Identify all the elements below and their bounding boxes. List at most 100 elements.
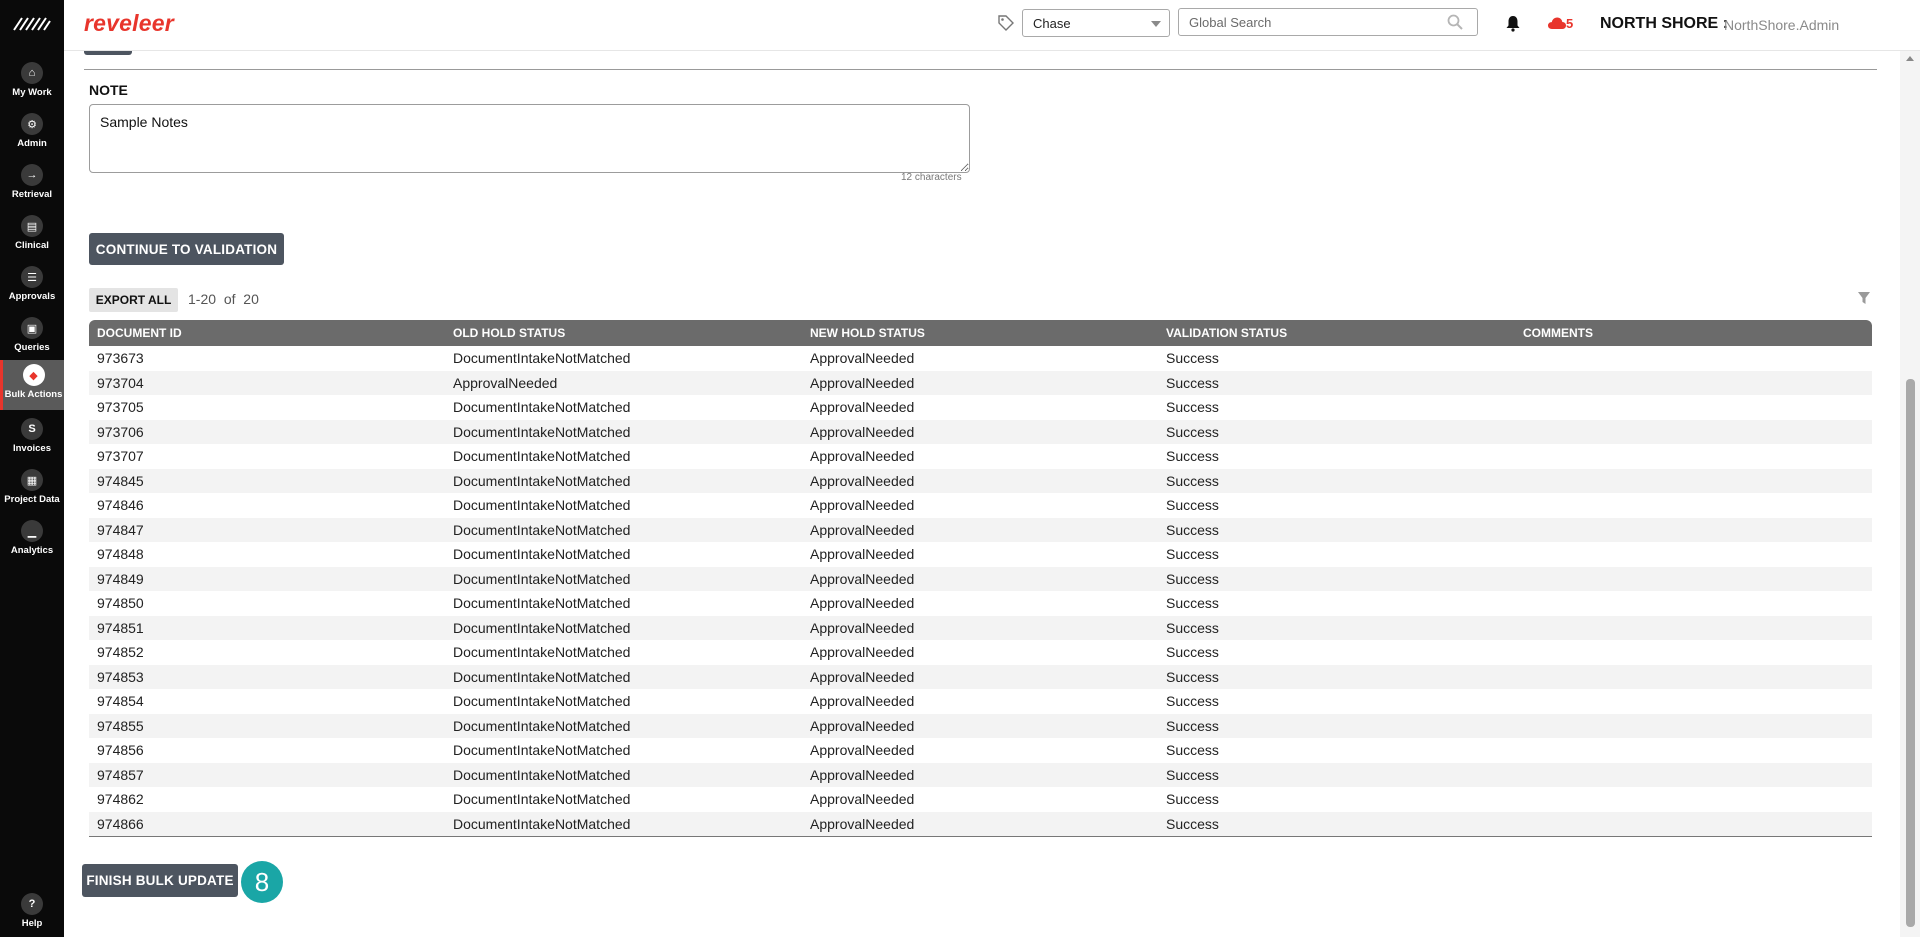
sidebar-item-invoices[interactable]: S Invoices <box>0 414 64 464</box>
user-name[interactable]: NorthShore.Admin <box>1724 17 1839 33</box>
column-header-validation-status[interactable]: VALIDATION STATUS <box>1158 326 1515 340</box>
cell-document-id: 974866 <box>97 815 144 832</box>
scrollbar-thumb[interactable] <box>1906 379 1915 927</box>
scroll-up-icon[interactable] <box>1906 56 1914 61</box>
sidebar-item-label: Approvals <box>8 291 56 302</box>
cloud-alert-icon[interactable] <box>1547 16 1567 30</box>
cell-document-id: 973704 <box>97 374 144 391</box>
cell-document-id: 974845 <box>97 472 144 489</box>
table-row[interactable]: 974852 DocumentIntakeNotMatched ApprovalNe… <box>89 640 1872 665</box>
search-icon[interactable] <box>1447 14 1463 30</box>
cell-old-hold-status: DocumentIntakeNotMatched <box>453 472 631 489</box>
filter-icon[interactable] <box>1857 291 1871 305</box>
table-row[interactable]: 974857 DocumentIntakeNotMatched ApprovalNe… <box>89 762 1872 787</box>
sidebar-item-help[interactable]: ? Help <box>0 889 64 939</box>
cell-new-hold-status: ApprovalNeeded <box>810 815 915 832</box>
cell-document-id: 973705 <box>97 399 144 416</box>
sidebar-item-label: My Work <box>12 87 52 98</box>
sidebar-item-approvals[interactable]: ☰ Approvals <box>0 262 64 312</box>
cell-new-hold-status: ApprovalNeeded <box>810 644 915 661</box>
table-row[interactable]: 973704 ApprovalNeeded ApprovalNeeded Succes… <box>89 370 1872 395</box>
sidebar-item-label: Invoices <box>12 443 52 454</box>
table-row[interactable]: 974855 DocumentIntakeNotMatched ApprovalNe… <box>89 713 1872 738</box>
sidebar-item-label: Analytics <box>10 545 54 556</box>
table-row[interactable]: 973705 DocumentIntakeNotMatched ApprovalNe… <box>89 395 1872 420</box>
page-scrollbar[interactable] <box>1900 51 1920 937</box>
column-header-comments[interactable]: COMMENTS <box>1515 326 1872 340</box>
table-body: 973673 DocumentIntakeNotMatched ApprovalNe… <box>89 346 1872 836</box>
cell-old-hold-status: DocumentIntakeNotMatched <box>453 742 631 759</box>
cell-document-id: 974856 <box>97 742 144 759</box>
collapsed-section-tab[interactable] <box>84 51 132 55</box>
sidebar-item-label: Retrieval <box>11 189 53 200</box>
cell-document-id: 974853 <box>97 668 144 685</box>
organization-label: NORTH SHORE <box>1600 15 1719 32</box>
cell-new-hold-status: ApprovalNeeded <box>810 742 915 759</box>
clipboard-icon: ▤ <box>21 215 43 237</box>
sidebar-item-admin[interactable]: ⚙ Admin <box>0 109 64 159</box>
table-row[interactable]: 974851 DocumentIntakeNotMatched ApprovalNe… <box>89 615 1872 640</box>
tag-icon[interactable] <box>997 14 1015 32</box>
table-row[interactable]: 974856 DocumentIntakeNotMatched ApprovalNe… <box>89 738 1872 763</box>
sidebar-item-clinical[interactable]: ▤ Clinical <box>0 211 64 261</box>
cell-new-hold-status: ApprovalNeeded <box>810 546 915 563</box>
project-select[interactable]: Chase <box>1022 9 1170 37</box>
cell-document-id: 974862 <box>97 791 144 808</box>
table-row[interactable]: 974866 DocumentIntakeNotMatched ApprovalNe… <box>89 811 1872 836</box>
sidebar-item-queries[interactable]: ▣ Queries <box>0 313 64 363</box>
sidebar-item-my-work[interactable]: ⌂ My Work <box>0 58 64 108</box>
sidebar-item-retrieval[interactable]: → Retrieval <box>0 160 64 210</box>
cell-old-hold-status: ApprovalNeeded <box>453 374 558 391</box>
grid-icon: ▦ <box>21 469 43 491</box>
table-row[interactable]: 974862 DocumentIntakeNotMatched ApprovalNe… <box>89 787 1872 812</box>
bulk-update-panel: NOTE 12 characters CONTINUE TO VALIDATIO… <box>64 51 1900 937</box>
cell-new-hold-status: ApprovalNeeded <box>810 693 915 710</box>
table-row[interactable]: 974845 DocumentIntakeNotMatched ApprovalNe… <box>89 468 1872 493</box>
continue-to-validation-button[interactable]: CONTINUE TO VALIDATION <box>89 233 284 265</box>
brand-wordmark[interactable]: reveleer <box>84 10 174 37</box>
cell-document-id: 974847 <box>97 521 144 538</box>
cell-validation-status: Success <box>1166 350 1219 367</box>
note-label: NOTE <box>89 82 128 98</box>
cell-old-hold-status: DocumentIntakeNotMatched <box>453 668 631 685</box>
cell-old-hold-status: DocumentIntakeNotMatched <box>453 399 631 416</box>
sidebar-item-project-data[interactable]: ▦ Project Data <box>0 465 64 515</box>
table-row[interactable]: 973706 DocumentIntakeNotMatched ApprovalNe… <box>89 419 1872 444</box>
table-row[interactable]: 974849 DocumentIntakeNotMatched ApprovalNe… <box>89 566 1872 591</box>
table-row[interactable]: 973673 DocumentIntakeNotMatched ApprovalNe… <box>89 346 1872 371</box>
cell-old-hold-status: DocumentIntakeNotMatched <box>453 448 631 465</box>
alert-count-badge[interactable]: 5 <box>1566 16 1573 31</box>
column-header-document-id[interactable]: DOCUMENT ID <box>89 326 445 340</box>
cell-validation-status: Success <box>1166 766 1219 783</box>
note-textarea[interactable] <box>89 104 970 173</box>
top-header: reveleer Chase 5 NORTH SHORE : NorthShor… <box>64 0 1920 51</box>
cell-document-id: 973707 <box>97 448 144 465</box>
table-row[interactable]: 974846 DocumentIntakeNotMatched ApprovalNe… <box>89 493 1872 518</box>
table-row[interactable]: 974850 DocumentIntakeNotMatched ApprovalNe… <box>89 591 1872 616</box>
cell-document-id: 973673 <box>97 350 144 367</box>
table-row[interactable]: 974847 DocumentIntakeNotMatched ApprovalNe… <box>89 517 1872 542</box>
layers-icon: ◆ <box>22 364 45 386</box>
global-search-input[interactable] <box>1178 8 1478 36</box>
sidebar-item-label: Queries <box>14 342 50 353</box>
cell-validation-status: Success <box>1166 546 1219 563</box>
reveleer-logo-icon[interactable] <box>12 14 52 34</box>
pagination-of: of <box>223 291 236 307</box>
sidebar-item-label: Clinical <box>15 240 49 251</box>
column-header-new-hold-status[interactable]: NEW HOLD STATUS <box>802 326 1158 340</box>
table-row[interactable]: 974853 DocumentIntakeNotMatched ApprovalNe… <box>89 664 1872 689</box>
chart-icon: ▁ <box>21 520 43 542</box>
sidebar-item-bulk-actions[interactable]: ◆ Bulk Actions <box>0 360 64 410</box>
arrow-right-icon: → <box>21 164 43 186</box>
bell-icon[interactable] <box>1505 15 1521 32</box>
sidebar-item-analytics[interactable]: ▁ Analytics <box>0 516 64 566</box>
cell-validation-status: Success <box>1166 374 1219 391</box>
table-row[interactable]: 974854 DocumentIntakeNotMatched ApprovalNe… <box>89 689 1872 714</box>
cell-document-id: 974855 <box>97 717 144 734</box>
finish-bulk-update-button[interactable]: FINISH BULK UPDATE <box>82 864 238 897</box>
table-row[interactable]: 973707 DocumentIntakeNotMatched ApprovalNe… <box>89 444 1872 469</box>
export-all-button[interactable]: EXPORT ALL <box>89 288 178 312</box>
table-row[interactable]: 974848 DocumentIntakeNotMatched ApprovalNe… <box>89 542 1872 567</box>
column-header-old-hold-status[interactable]: OLD HOLD STATUS <box>445 326 802 340</box>
cell-old-hold-status: DocumentIntakeNotMatched <box>453 595 631 612</box>
